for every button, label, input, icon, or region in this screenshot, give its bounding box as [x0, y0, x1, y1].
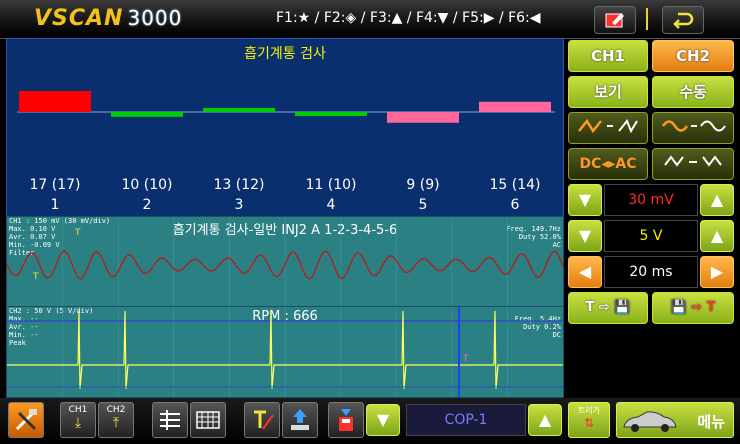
mode-down-button[interactable]: ▼ — [366, 404, 400, 436]
invert-wave-icon — [664, 155, 722, 167]
ch2-button[interactable]: CH2 — [652, 40, 734, 72]
invert-button[interactable] — [652, 148, 734, 180]
function-key-legend: F1:★ / F2:◈ / F3:▲ / F4:▼ / F5:▶ / F6:◀ — [276, 10, 541, 26]
upload-button[interactable] — [282, 402, 318, 438]
cursor-marker[interactable]: T — [32, 272, 39, 282]
arrow-down-icon: ⤓ — [74, 415, 82, 431]
manual-button[interactable]: 수동 — [652, 76, 734, 108]
trigger-arrow-icon: ⇅ — [583, 416, 595, 430]
car-icon — [623, 411, 677, 432]
ch2-position-button[interactable]: CH2 ⤒ — [98, 402, 134, 438]
cylinder-value-label: 15 (14) — [489, 177, 540, 193]
cylinder-number-label: 5 — [419, 197, 428, 213]
cylinder-number-label: 4 — [327, 197, 336, 213]
ch2-scale-down-button[interactable]: ▼ — [568, 220, 602, 252]
ch1-waveform: TT — [7, 217, 563, 307]
trigger-to-save-button[interactable]: T ⇨ 💾 — [568, 292, 648, 324]
chevron-up-icon: ▲ — [710, 226, 724, 245]
cylinder-number-label: 2 — [143, 197, 152, 213]
ch1-scale-value: 30 mV — [604, 184, 698, 216]
top-bar: VSCAN 3000 F1:★ / F2:◈ / F3:▲ / F4:▼ / F5… — [0, 0, 740, 39]
trigger-button[interactable]: 트리거 ⇅ — [568, 402, 610, 438]
cursor-marker[interactable]: T — [462, 354, 469, 364]
ch1-scale-down-button[interactable]: ▼ — [568, 184, 602, 216]
time-scale-left-button[interactable]: ◀ — [568, 256, 602, 288]
ch2-scale-value: 5 V — [604, 220, 698, 252]
ch1-button[interactable]: CH1 — [568, 40, 648, 72]
chevron-right-icon: ▶ — [710, 262, 724, 281]
trigger-marker[interactable]: T — [74, 228, 81, 238]
tools-button[interactable] — [8, 402, 44, 438]
view-button[interactable]: 보기 — [568, 76, 648, 108]
cylinder-bar-chart: 17 (17) 1 10 (10) 2 13 (12) 3 11 (10) 4 9 (9) 5 15… — [17, 91, 555, 213]
grid-button[interactable] — [190, 402, 226, 438]
save-to-trigger-button[interactable]: 💾 ⇨ T — [652, 292, 734, 324]
upload-icon — [291, 409, 309, 430]
wave-mode-icon — [661, 120, 726, 132]
ch1-position-label: CH1 — [68, 405, 88, 415]
trigger-rising-button[interactable] — [568, 112, 648, 144]
menu-label: 메뉴 — [697, 413, 725, 431]
back-button[interactable] — [662, 6, 704, 34]
app-logo: VSCAN 3000 — [34, 6, 182, 31]
save-disk-icon — [339, 409, 353, 431]
cursor-button[interactable] — [152, 402, 188, 438]
save-button[interactable] — [328, 402, 364, 438]
time-scale-right-button[interactable]: ▶ — [700, 256, 734, 288]
cylinder-number-label: 3 — [235, 197, 244, 213]
tools-icon — [15, 409, 37, 431]
separator — [646, 8, 648, 30]
chevron-left-icon: ◀ — [578, 262, 592, 281]
cylinder-value-label: 9 (9) — [406, 177, 439, 193]
ch2-scope[interactable]: RPM : 666 CH2 : 50 V (5 V/div) Max. -- A… — [6, 306, 564, 398]
arrow-up-icon: ⤒ — [112, 415, 120, 431]
grid-icon — [196, 411, 220, 429]
ch2-scale-up-button[interactable]: ▲ — [700, 220, 734, 252]
cylinder-value-label: 17 (17) — [29, 177, 80, 193]
logo-brand: VSCAN — [34, 6, 124, 31]
ch2-position-label: CH2 — [106, 405, 126, 415]
cylinder-number-label: 6 — [511, 197, 520, 213]
cylinder-bar — [479, 101, 551, 112]
chevron-up-icon: ▲ — [710, 190, 724, 209]
cylinder-bar — [295, 112, 367, 116]
ch1-position-button[interactable]: CH1 ⤓ — [60, 402, 96, 438]
ch2-waveform: T — [7, 307, 563, 397]
cylinder-bar — [203, 108, 275, 112]
cylinder-value-label: 13 (12) — [213, 177, 264, 193]
trigger-label: 트리거 — [577, 406, 601, 415]
pencil-icon — [605, 13, 624, 28]
chevron-up-icon: ▲ — [538, 410, 552, 429]
mode-up-button[interactable]: ▲ — [528, 404, 562, 436]
menu-button[interactable]: 메뉴 — [616, 402, 734, 438]
time-scale-value: 20 ms — [604, 256, 698, 288]
cylinder-bar — [19, 91, 91, 112]
cylinder-value-label: 10 (10) — [121, 177, 172, 193]
cursor-lines-icon — [160, 410, 180, 430]
chevron-down-icon: ▼ — [578, 226, 592, 245]
cylinder-value-label: 11 (10) — [305, 177, 356, 193]
dc-ac-button[interactable]: DC◂▸AC — [568, 148, 648, 180]
chevron-down-icon: ▼ — [376, 410, 390, 429]
chevron-down-icon: ▼ — [578, 190, 592, 209]
trigger-level-button[interactable] — [244, 402, 280, 438]
mode-value: COP-1 — [406, 404, 526, 436]
rising-edge-icon — [578, 118, 638, 134]
ch1-scope[interactable]: 흡기계통 검사-일반 INJ2 A 1-2-3-4-5-6 CH1 : 150 … — [6, 216, 564, 308]
cylinder-bar — [111, 112, 183, 117]
logo-model: 3000 — [127, 6, 183, 30]
return-icon — [673, 12, 694, 29]
bottom-toolbar: CH1 ⤓ CH2 ⤒ ▼ COP-1 ▲ 트리거 ⇅ 메뉴 — [0, 398, 740, 444]
cylinder-bar-panel: 흡기계통 검사 17 (17) 1 10 (10) 2 13 (12) 3 11 (10) 4… — [6, 38, 564, 218]
trigger-wave-button[interactable] — [652, 112, 734, 144]
edit-button[interactable] — [594, 6, 636, 34]
cylinder-number-label: 1 — [51, 197, 60, 213]
trigger-t-icon — [254, 410, 274, 430]
ch1-scale-up-button[interactable]: ▲ — [700, 184, 734, 216]
cylinder-bar — [387, 112, 459, 123]
